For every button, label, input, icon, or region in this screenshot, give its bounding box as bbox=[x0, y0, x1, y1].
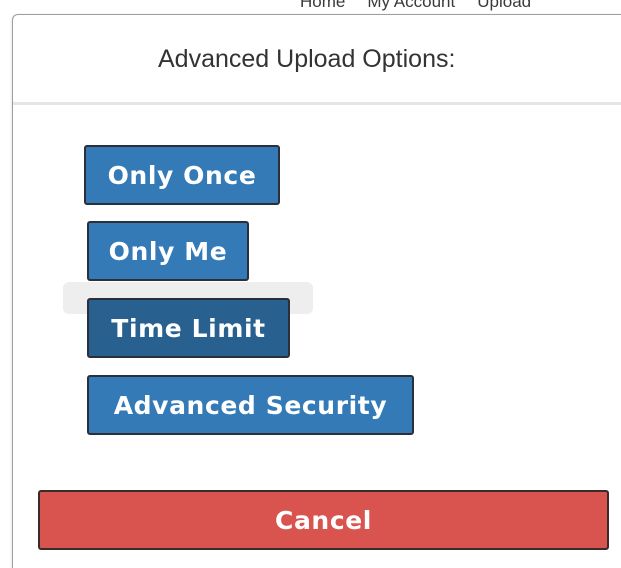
modal-header: Advanced Upload Options: bbox=[13, 15, 621, 105]
modal-title: Advanced Upload Options: bbox=[158, 45, 456, 73]
only-once-button[interactable]: Only Once bbox=[84, 145, 280, 205]
background-nav: Home My Account Upload bbox=[300, 0, 621, 12]
advanced-security-button[interactable]: Advanced Security bbox=[87, 375, 414, 435]
cancel-button[interactable]: Cancel bbox=[38, 490, 609, 550]
background-nav-my-account: My Account bbox=[367, 0, 456, 11]
screen: Home My Account Upload Advanced Upload O… bbox=[0, 0, 621, 568]
only-me-button[interactable]: Only Me bbox=[87, 221, 249, 281]
background-nav-home: Home bbox=[300, 0, 346, 11]
advanced-upload-modal: Advanced Upload Options: Only Once Only … bbox=[12, 14, 621, 568]
background-nav-upload: Upload bbox=[477, 0, 532, 11]
time-limit-button[interactable]: Time Limit bbox=[87, 298, 290, 358]
